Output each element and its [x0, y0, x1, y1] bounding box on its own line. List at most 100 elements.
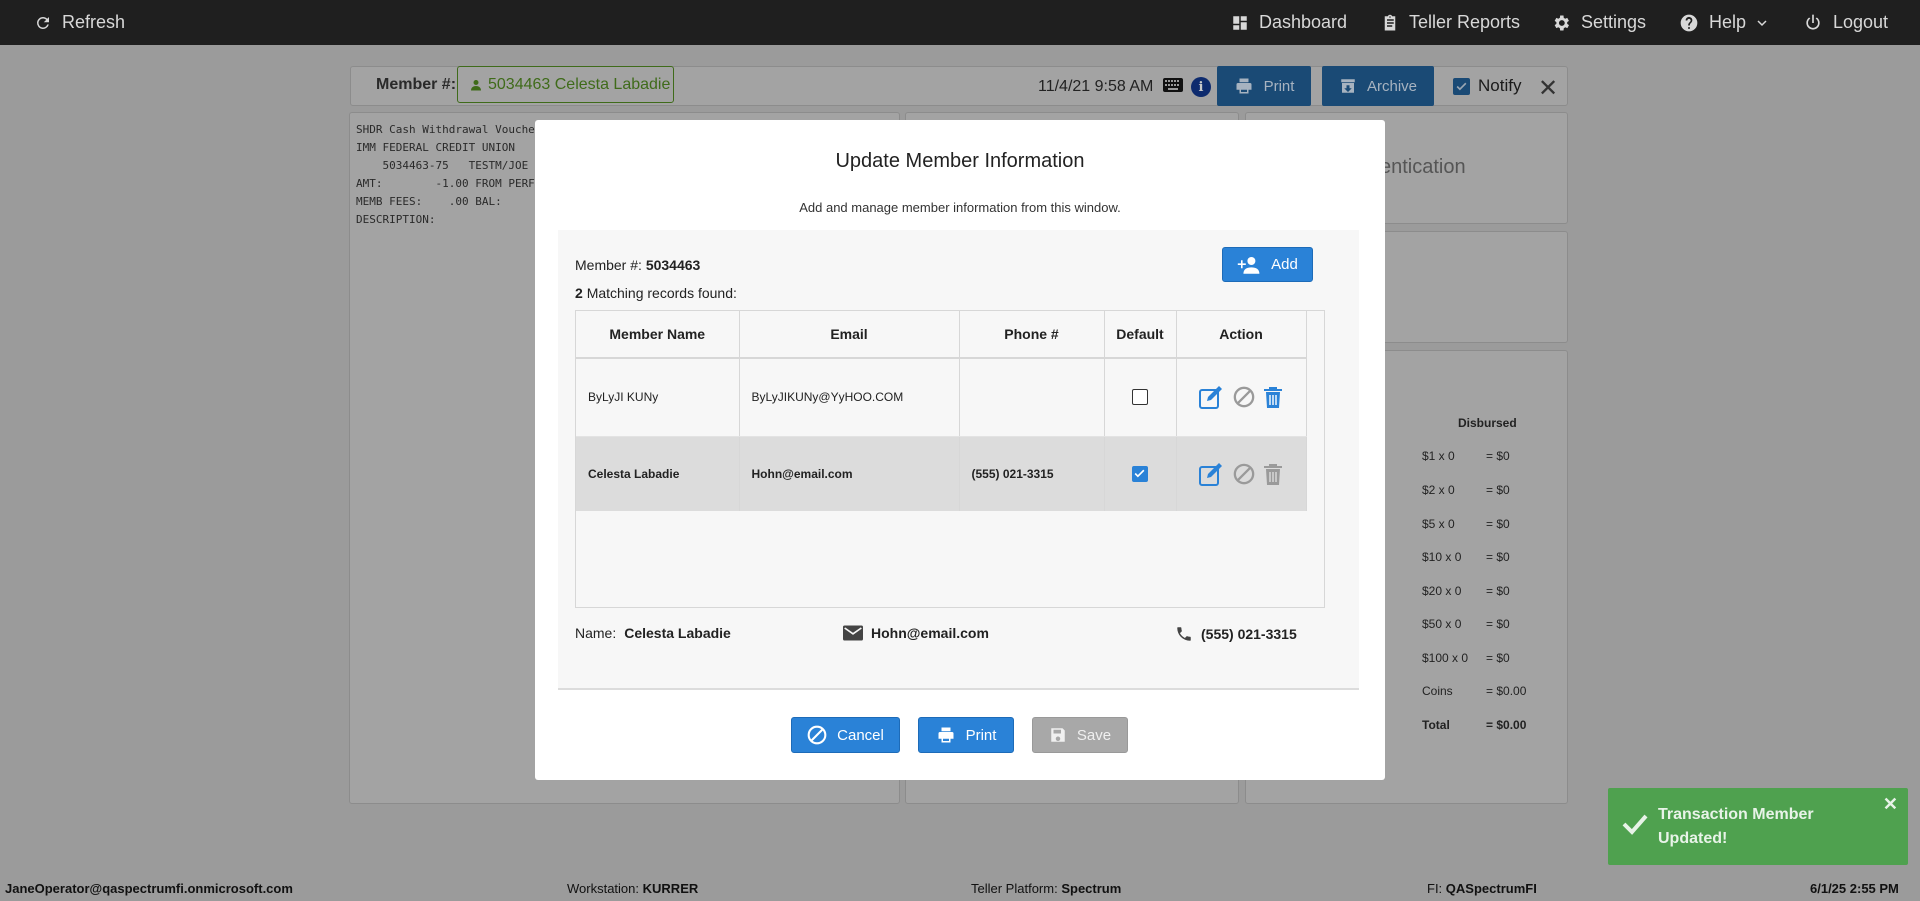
summary-name: Name: Celesta Labadie [575, 625, 731, 641]
archive-button[interactable]: Archive [1322, 66, 1434, 106]
add-user-icon [1237, 256, 1260, 274]
add-member-label: Add [1271, 256, 1298, 273]
match-count-label: Matching records found: [586, 285, 737, 301]
disbursed-row-value: = $0.00 [1486, 684, 1527, 698]
keyboard-icon[interactable] [1163, 78, 1183, 97]
member-records-section: Member #: 5034463 2 Matching records fou… [558, 230, 1359, 690]
cell-phone: (555) 021-3315 [959, 436, 1105, 511]
disbursed-row: Coins = $0.00 [1422, 684, 1526, 698]
cell-default [1104, 436, 1177, 511]
member-records-table: Member Name Email Phone # Default Action… [575, 310, 1325, 608]
edit-icon[interactable] [1199, 462, 1225, 486]
disbursed-row-label: $50 x 0 [1422, 617, 1462, 631]
info-icon[interactable]: i [1191, 77, 1211, 97]
cell-default [1104, 358, 1177, 437]
disbursed-row-label: $100 x 0 [1422, 651, 1469, 665]
checkmark-icon [1622, 814, 1648, 835]
receipt-line: DESCRIPTION: [356, 213, 436, 226]
modal-subtitle: Add and manage member information from t… [799, 200, 1121, 215]
member-chip[interactable]: 5034463 Celesta Labadie [457, 66, 674, 103]
trash-icon[interactable] [1263, 386, 1283, 409]
disbursed-row: $10 x 0 = $0 [1422, 550, 1510, 564]
printer-icon [1236, 78, 1252, 94]
column-header-member-name: Member Name [576, 311, 740, 359]
refresh-button[interactable]: Refresh [34, 0, 125, 45]
logout-label: Logout [1833, 12, 1889, 32]
update-member-modal: Update Member Information Add and manage… [535, 120, 1385, 780]
summary-name-label: Name: [575, 625, 617, 641]
footer-datetime: 6/1/25 2:55 PM [1810, 881, 1899, 896]
dashboard-link[interactable]: Dashboard [1231, 0, 1347, 45]
column-header-action: Action [1176, 311, 1307, 359]
disbursed-row-value: = $0 [1486, 550, 1510, 564]
modal-title: Update Member Information [835, 150, 1085, 172]
disbursed-row: $20 x 0 = $0 [1422, 584, 1510, 598]
disbursed-row-value: = $0 [1486, 584, 1510, 598]
disbursed-row-value: = $0 [1486, 483, 1510, 497]
disbursed-row-label: $1 x 0 [1422, 449, 1455, 463]
receipt-line: 5034463-75 TESTM/JOE [356, 159, 529, 172]
help-label: Help [1709, 12, 1747, 32]
footer-user: JaneOperator@qaspectrumfi.onmicrosoft.co… [5, 881, 293, 896]
notify-checkbox[interactable]: Notify [1453, 76, 1521, 96]
refresh-label: Refresh [62, 12, 126, 32]
phone-icon [1177, 627, 1191, 641]
cell-email: ByLyJIKUNy@YyHOO.COM [739, 358, 960, 437]
default-checkbox[interactable] [1132, 389, 1148, 406]
disbursed-row-value: = $0 [1486, 617, 1510, 631]
save-icon [1051, 728, 1065, 742]
printer-icon [938, 727, 954, 743]
disbursed-row-value: = $0 [1486, 517, 1510, 531]
add-member-button[interactable]: Add [1222, 247, 1313, 282]
cell-email: Hohn@email.com [739, 436, 960, 511]
column-header-default: Default [1104, 311, 1177, 359]
logout-link[interactable]: Logout [1803, 0, 1888, 45]
archive-label: Archive [1366, 77, 1418, 95]
toast-close-icon[interactable]: ✕ [1883, 794, 1898, 815]
help-menu[interactable]: Help [1679, 0, 1768, 45]
disbursed-row-value: = $0 [1486, 651, 1510, 665]
help-icon [1680, 14, 1698, 31]
column-header-phone: Phone # [959, 311, 1105, 359]
dashboard-icon [1233, 15, 1247, 30]
summary-email-value: Hohn@email.com [871, 625, 989, 641]
settings-link[interactable]: Settings [1551, 0, 1646, 45]
close-transaction-icon[interactable]: ✕ [1538, 74, 1558, 103]
status-footer: JaneOperator@qaspectrumfi.onmicrosoft.co… [0, 876, 1920, 901]
teller-reports-link[interactable]: Teller Reports [1381, 0, 1520, 45]
chevron-down-icon [1757, 19, 1767, 26]
disbursed-row-label: Total [1422, 718, 1450, 732]
save-label: Save [1076, 726, 1112, 744]
cancel-button[interactable]: Cancel [791, 717, 900, 753]
table-row[interactable]: ByLyJI KUNy ByLyJIKUNy@YyHOO.COM [576, 358, 1307, 437]
disbursed-row-label: $10 x 0 [1422, 550, 1462, 564]
toast-message: Transaction Member Updated! [1658, 806, 1814, 847]
cell-member-name: Celesta Labadie [576, 436, 740, 511]
receipt-line: AMT: -1.00 FROM PERF [356, 177, 535, 190]
cell-action [1176, 436, 1307, 511]
footer-platform-value: Spectrum [1061, 881, 1122, 896]
envelope-icon [843, 625, 863, 641]
save-button[interactable]: Save [1032, 717, 1128, 753]
member-number-label: Member #: [575, 257, 642, 273]
table-row[interactable]: Celesta Labadie Hohn@email.com (555) 021… [576, 436, 1307, 511]
edit-icon[interactable] [1199, 385, 1225, 410]
cell-phone [959, 358, 1105, 437]
footer-fi-label: FI: [1427, 881, 1443, 896]
notify-checkbox-box[interactable] [1453, 77, 1470, 95]
gear-icon [1554, 15, 1569, 30]
cancel-label: Cancel [837, 726, 884, 744]
disbursed-row-value: = $0 [1486, 449, 1510, 463]
footer-workstation-value: KURRER [642, 881, 699, 896]
print-button[interactable]: Print [918, 717, 1014, 753]
default-checkbox[interactable] [1132, 465, 1148, 482]
receipt-line: IMM FEDERAL CREDIT UNION [356, 141, 515, 154]
block-icon[interactable] [1233, 463, 1255, 485]
block-icon[interactable] [1233, 386, 1255, 408]
member-chip-label: 5034463 Celesta Labadie [488, 75, 671, 93]
trash-icon[interactable] [1263, 463, 1283, 485]
background-print-button[interactable]: Print [1217, 66, 1311, 106]
archive-icon [1341, 79, 1355, 93]
refresh-icon [37, 16, 49, 29]
disbursed-row: $2 x 0 = $0 [1422, 483, 1510, 497]
